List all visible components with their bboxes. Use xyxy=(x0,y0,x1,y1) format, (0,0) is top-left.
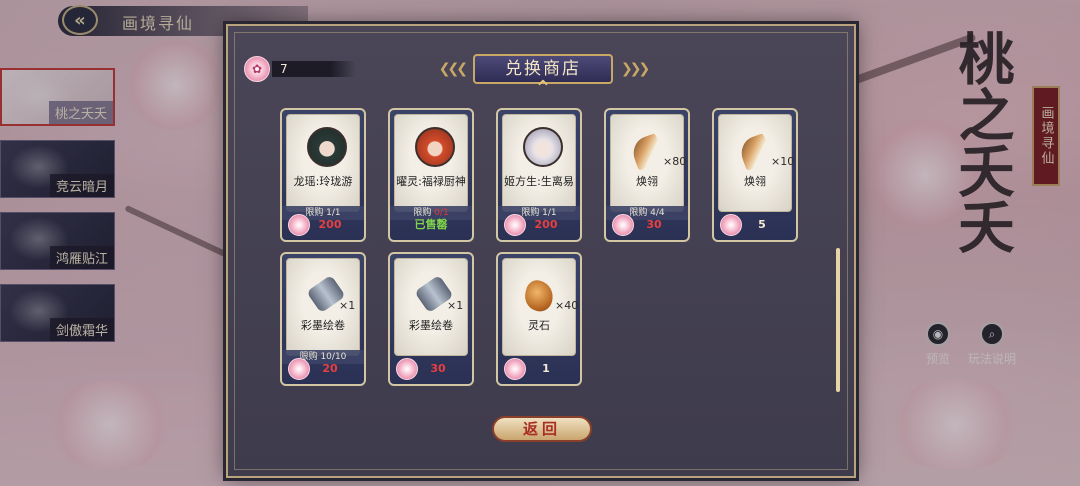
portrait-jifangsheng-icon xyxy=(523,127,563,167)
shop-item-card[interactable]: 姬方生:生离易 限购 1/1 200 xyxy=(496,108,582,242)
item-price: 200 xyxy=(318,218,342,231)
item-name: 龙瑶:玲珑游 xyxy=(293,175,353,188)
card-face: ×1 彩墨绘卷 xyxy=(286,258,360,356)
item-name: 灵石 xyxy=(528,319,550,332)
shop-item-card[interactable]: ×40 灵石 1 xyxy=(496,252,582,386)
item-quantity: ×10 xyxy=(771,155,795,168)
item-price: 200 xyxy=(534,218,558,231)
item-price: 30 xyxy=(430,362,446,375)
feather-icon xyxy=(736,133,774,171)
card-face: ×80 焕翎 xyxy=(610,114,687,212)
portrait-longyao-icon xyxy=(307,127,347,167)
item-quantity: ×80 xyxy=(663,155,687,168)
exchange-shop-modal: ✿ 7 ❮❮❮ 兑换商店 ❯❯❯ ⌃ 龙瑶:玲珑游 限购 1/1 200 曜灵:… xyxy=(226,24,856,478)
card-face: 姬方生:生离易 xyxy=(502,114,576,212)
shop-item-card[interactable]: ×1 彩墨绘卷 30 xyxy=(388,252,474,386)
caret-up-icon: ⌃ xyxy=(533,77,553,102)
card-face: 龙瑶:玲珑游 xyxy=(286,114,360,212)
item-name: 曜灵:福禄厨神 xyxy=(396,175,466,188)
card-face: ×40 灵石 xyxy=(502,258,579,356)
chevron-right-icon: ❯❯❯ xyxy=(621,61,650,77)
sold-out-label: 已售罄 xyxy=(414,218,448,231)
item-quantity: ×1 xyxy=(339,299,356,312)
feather-icon xyxy=(628,133,666,171)
item-name: 焕翎 xyxy=(636,175,658,188)
shop-item-card[interactable]: ×1 彩墨绘卷 限购 10/10 20 xyxy=(280,252,366,386)
chevron-left-icon: ❮❮❮ xyxy=(438,61,468,77)
item-price: 1 xyxy=(542,362,550,375)
item-quantity: ×1 xyxy=(447,299,464,312)
item-name: 姬方生:生离易 xyxy=(504,175,574,188)
shop-item-card[interactable]: ×10 焕翎 5 xyxy=(712,108,798,242)
shop-item-card[interactable]: 龙瑶:玲珑游 限购 1/1 200 xyxy=(280,108,366,242)
scrollbar[interactable] xyxy=(836,248,840,392)
item-price: 20 xyxy=(322,362,338,375)
card-face: 曜灵:福禄厨神 xyxy=(394,114,468,212)
item-name: 彩墨绘卷 xyxy=(301,319,345,332)
item-price: 30 xyxy=(646,218,662,231)
shop-item-card[interactable]: ×80 焕翎 限购 4/4 30 xyxy=(604,108,690,242)
spirit-stone-icon xyxy=(521,277,557,315)
item-price: 5 xyxy=(758,218,766,231)
item-name: 焕翎 xyxy=(744,175,766,188)
card-face: ×1 彩墨绘卷 xyxy=(394,258,468,356)
portrait-yaoling-icon xyxy=(415,127,455,167)
return-button[interactable]: 返回 xyxy=(492,416,592,442)
shop-item-card[interactable]: 曜灵:福禄厨神 限购 0/1 已售罄 xyxy=(388,108,474,242)
item-name: 彩墨绘卷 xyxy=(409,319,453,332)
item-quantity: ×40 xyxy=(555,299,579,312)
card-face: ×10 焕翎 xyxy=(718,114,795,212)
